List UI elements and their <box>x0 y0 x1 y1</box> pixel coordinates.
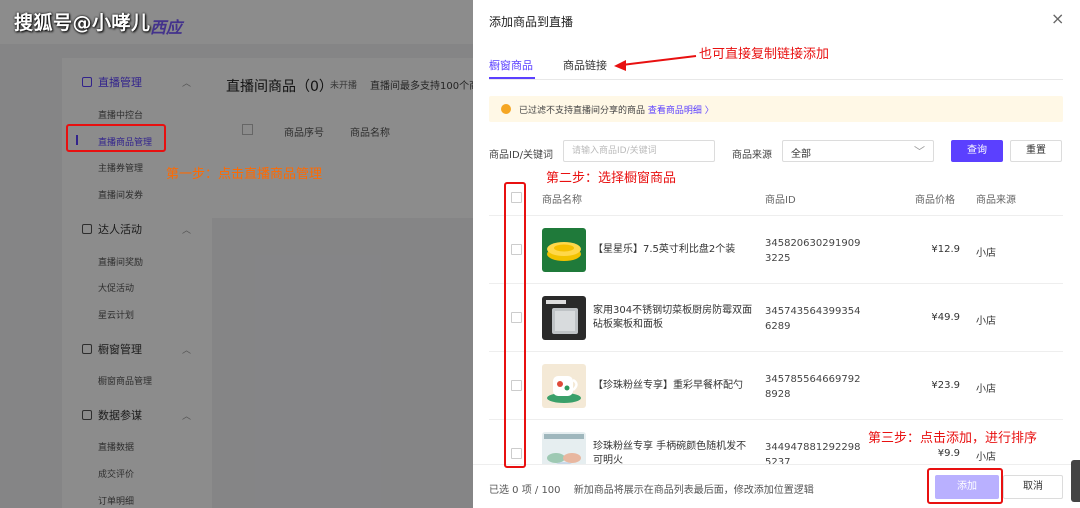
highlight-box-step2 <box>504 182 526 468</box>
drawer-title: 添加商品到直播 <box>489 15 574 29</box>
bowl-image <box>544 434 584 464</box>
product-name: 【星星乐】7.5英寸利比盘2个装 <box>593 243 736 255</box>
table-row[interactable]: 家用304不锈钢切菜板厨房防霉双面砧板案板和面板 345743564399354… <box>489 284 1063 352</box>
product-id: 3457435643993546289 <box>765 306 861 332</box>
column-header-source: 商品来源 <box>976 195 1016 206</box>
product-price: ¥49.9 <box>931 312 960 323</box>
arrow-icon <box>614 55 697 71</box>
product-price: ¥12.9 <box>931 244 960 255</box>
annotation-link-tip: 也可直接复制链接添加 <box>699 47 830 62</box>
mug-image <box>547 376 581 403</box>
annotation-step2: 第二步：选择橱窗商品 <box>546 171 677 186</box>
annotation-step3: 第三步：点击添加，进行排序 <box>868 431 1038 446</box>
source-select-value: 全部 <box>791 149 811 160</box>
watermark: 搜狐号@小哮儿 <box>14 12 151 34</box>
cutting-board-image <box>546 300 578 334</box>
product-table: 商品名称 商品ID 商品价格 商品来源 【星星乐】7.5英寸利比盘2个装 345… <box>489 178 1063 464</box>
product-source: 小店 <box>976 452 996 463</box>
product-price: ¥23.9 <box>931 380 960 391</box>
source-filter-label: 商品来源 <box>732 150 772 161</box>
footer-hint: 新加商品将展示在商品列表最后面，修改添加位置逻辑 <box>573 485 814 496</box>
id-filter-label: 商品ID/关键词 <box>489 150 554 161</box>
product-price: ¥9.9 <box>937 448 960 459</box>
product-thumbnail <box>542 228 586 272</box>
query-button[interactable]: 查询 <box>951 140 1003 162</box>
column-header-name: 商品名称 <box>542 195 582 206</box>
product-source: 小店 <box>976 248 996 259</box>
cancel-button[interactable]: 取消 <box>1003 475 1063 499</box>
product-source: 小店 <box>976 316 996 327</box>
product-thumbnail <box>542 432 586 464</box>
active-tab-indicator <box>489 77 535 79</box>
notice-text: 已过滤不支持直播间分享的商品 <box>519 106 646 116</box>
table-row[interactable]: 【星星乐】7.5英寸利比盘2个装 3458206302919093225 ¥12… <box>489 216 1063 284</box>
source-select[interactable]: 全部 ﹀ <box>782 140 934 162</box>
annotation-step1: 第一步：点击直播商品管理 <box>166 167 323 182</box>
side-handle[interactable] <box>1071 460 1080 502</box>
tab-product-link[interactable]: 商品链接 <box>563 57 607 73</box>
selected-count: 已选 0 项 / 100 <box>489 485 561 496</box>
info-icon <box>501 104 511 114</box>
reset-button[interactable]: 重置 <box>1010 140 1062 162</box>
filter-notice: 已过滤不支持直播间分享的商品 查看商品明细 〉 <box>489 96 1063 122</box>
column-header-id: 商品ID <box>765 195 796 206</box>
product-thumbnail <box>542 296 586 340</box>
column-header-price: 商品价格 <box>915 195 955 206</box>
product-id: 3449478812922985237 <box>765 442 861 464</box>
product-name: 【珍珠粉丝专享】重彩早餐杯配勺 <box>593 379 743 391</box>
product-id: 3457855646697928928 <box>765 374 861 400</box>
plate-image <box>547 242 581 261</box>
tab-window-products[interactable]: 橱窗商品 <box>489 57 533 73</box>
highlight-box-step1 <box>66 124 166 152</box>
view-details-link[interactable]: 查看商品明细 〉 <box>648 106 714 116</box>
chevron-down-icon: ﹀ <box>914 145 925 158</box>
product-name: 家用304不锈钢切菜板厨房防霉双面砧板案板和面板 <box>593 304 753 331</box>
id-search-input[interactable] <box>563 140 715 162</box>
highlight-box-step3 <box>927 468 1003 504</box>
table-row[interactable]: 【珍珠粉丝专享】重彩早餐杯配勺 3457855646697928928 ¥23.… <box>489 352 1063 420</box>
product-thumbnail <box>542 364 586 408</box>
close-icon[interactable]: × <box>1051 9 1064 28</box>
product-name: 珍珠粉丝专享 手柄碗颜色随机发不可明火 <box>593 440 747 465</box>
product-id: 3458206302919093225 <box>765 238 861 264</box>
product-source: 小店 <box>976 384 996 395</box>
